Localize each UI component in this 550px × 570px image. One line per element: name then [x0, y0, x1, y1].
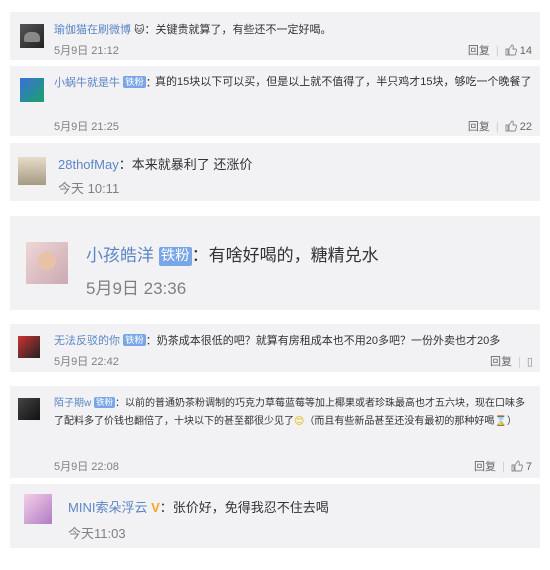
fan-badge: 铁粉 [158, 247, 192, 266]
fan-badge: 铁粉 [94, 397, 116, 409]
like-icon[interactable] [505, 44, 517, 56]
comment-text: ） [506, 416, 517, 427]
reply-button[interactable]: 回复 [468, 45, 490, 57]
comment-text: 以前的普通奶茶粉调制的巧克力草莓蓝莓等加上椰果或者珍珠最高也才五六块，现 [125, 398, 486, 409]
comment-text: 真的15块以下可以买，但是以上就不值得了，半只鸡才15块，够吃一个晚餐了 [155, 76, 532, 88]
avatar[interactable] [18, 157, 46, 185]
reply-button[interactable]: 回复 [468, 121, 490, 133]
comment-author[interactable]: 陌子期w [54, 398, 91, 409]
comment-actions: 回复 | 14 [467, 44, 532, 57]
comment-text: 初的那种好喝 [434, 416, 495, 427]
comment-time: 5月9日 22:08 [54, 461, 119, 473]
comment-text: （而且有些新品甚至还没有最 [304, 416, 435, 427]
comment-card: MINI索朵浮云 V：张价好，免得我忍不住去喝 今天11:03 [10, 484, 540, 548]
colon: ： [115, 398, 126, 409]
reply-button[interactable]: 回复 [490, 356, 512, 368]
comment-author[interactable]: 小孩皓洋 [86, 246, 154, 265]
comment-card: 28thofMay：本来就暴利了 还涨价 今天 10:11 [10, 143, 540, 201]
like-icon[interactable]: ▯ [527, 356, 533, 368]
comment-time: 今天 10:11 [58, 181, 120, 196]
comment-card: 小孩皓洋 铁粉 ：有啥好喝的，糖精兑水 5月9日 23:36 [10, 216, 540, 310]
emoji-icon: 🐱 [134, 25, 145, 36]
comment-text: 关键贵就算了，有些还不一定好喝。 [155, 24, 332, 36]
like-count: 14 [519, 45, 532, 57]
comment-text: 本来就暴利了 还涨价 [131, 157, 253, 172]
comment-author[interactable]: 瑜伽猫在刷微博 [54, 24, 131, 36]
comment-actions: 回复 | ▯ [490, 356, 533, 368]
like-count: 7 [525, 461, 532, 473]
avatar[interactable] [18, 336, 40, 358]
comment-text: 奶茶成本很低的吧？就算有房租成本也不用20多吧？一份外卖也才20多 [156, 335, 501, 347]
comment-time: 今天11:03 [68, 526, 126, 541]
colon: ： [145, 335, 157, 347]
fan-badge: 铁粉 [123, 334, 146, 347]
like-icon[interactable] [505, 120, 517, 132]
like-count: 22 [519, 121, 532, 133]
avatar[interactable] [18, 398, 40, 420]
avatar[interactable] [26, 242, 68, 284]
comment-card: 无法反驳的你 铁粉 ：奶茶成本很低的吧？就算有房租成本也不用20多吧？一份外卖也才… [10, 324, 540, 372]
comment-text: 有啥好喝的，糖精兑水 [208, 246, 379, 265]
avatar[interactable] [20, 24, 44, 48]
comment-time: 5月9日 21:12 [54, 45, 119, 57]
comment-author[interactable]: 28thofMay [58, 157, 119, 172]
vip-icon: V [151, 500, 160, 515]
comment-time: 5月9日 23:36 [86, 279, 187, 298]
comment-card: 陌子期w 铁粉 ：以前的普通奶茶粉调制的巧克力草莓蓝莓等加上椰果或者珍珠最高也才五… [10, 386, 540, 478]
avatar[interactable] [24, 494, 52, 524]
comment-text: 张价好，免得我忍不住去喝 [172, 500, 329, 515]
hourglass-emoji-icon: ⌛ [494, 416, 507, 427]
comment-card: 小蜗牛就是牛 铁粉： 真的15块以下可以买，但是以上就不值得了，半只鸡才15块，… [10, 66, 540, 136]
like-icon[interactable] [511, 460, 523, 472]
colon: ： [144, 24, 156, 36]
comment-card: 瑜伽猫在刷微博 🐱：关键贵就算了，有些还不一定好喝。 5月9日 21:12 回复… [10, 12, 540, 60]
comment-author[interactable]: MINI索朵浮云 [68, 500, 147, 515]
colon: ： [159, 500, 173, 515]
comment-time: 5月9日 22:42 [54, 356, 119, 368]
colon: ： [118, 157, 132, 172]
comment-time: 5月9日 21:25 [54, 121, 119, 133]
smile-emoji-icon: 😊 [294, 416, 305, 427]
colon: ： [191, 246, 209, 265]
avatar[interactable] [20, 78, 44, 102]
reply-button[interactable]: 回复 [474, 461, 496, 473]
comment-actions: 回复 | 22 [467, 120, 532, 133]
comment-actions: 回复 | 7 [473, 460, 532, 473]
comment-author[interactable]: 无法反驳的你 [54, 335, 120, 347]
